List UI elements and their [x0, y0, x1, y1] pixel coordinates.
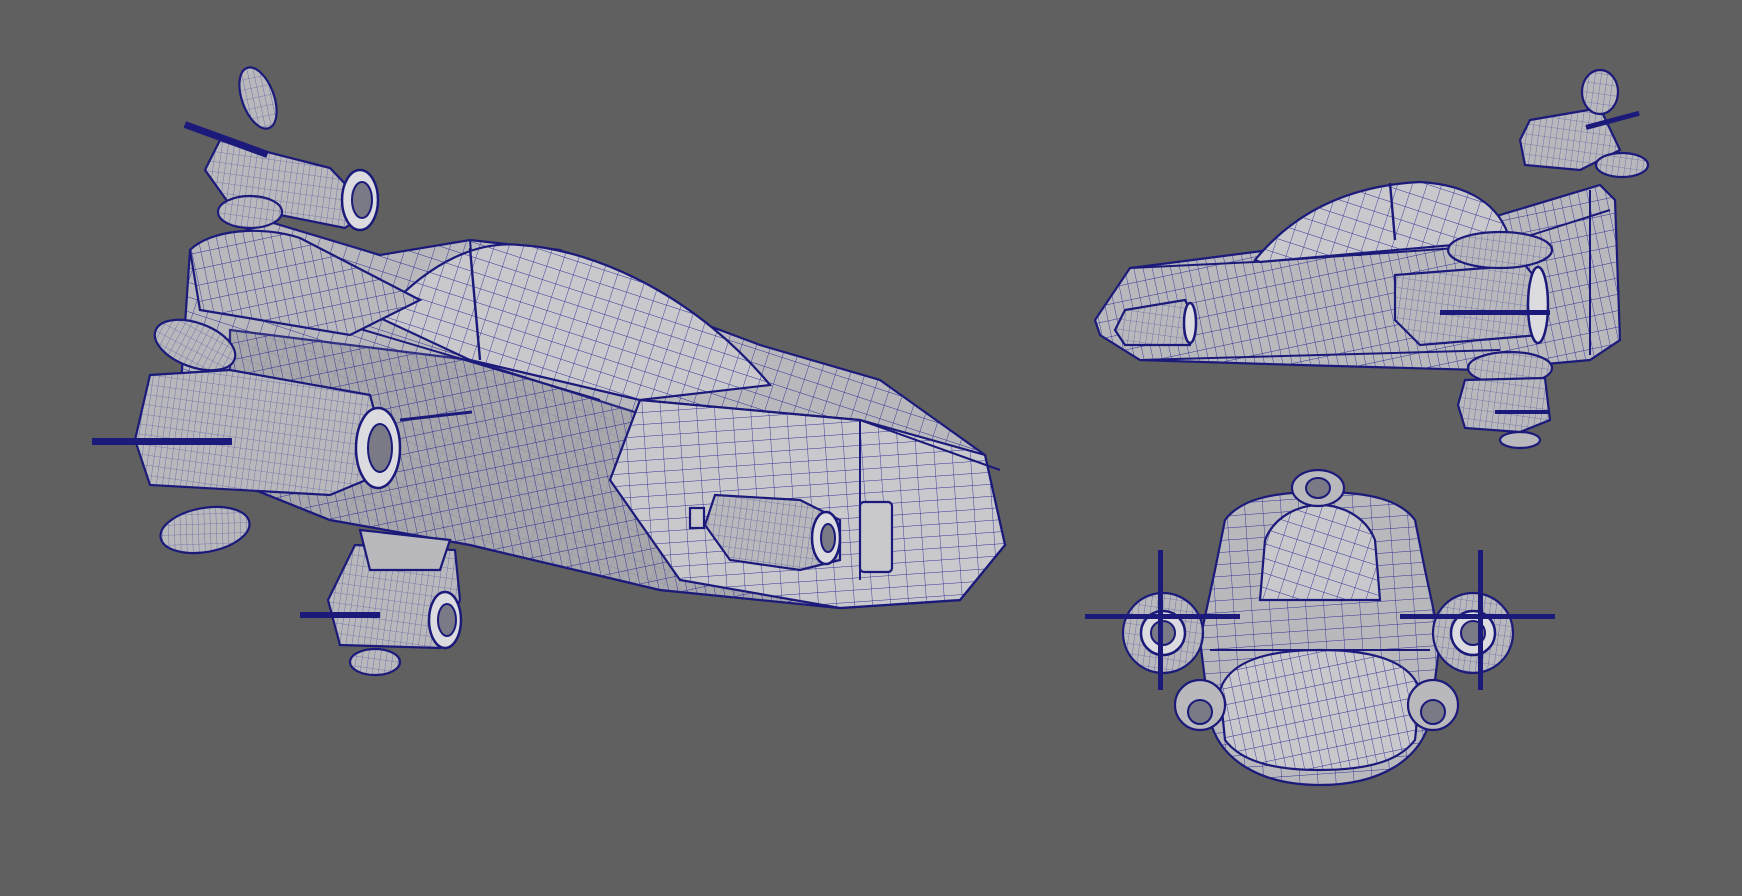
maya-viewport[interactable] — [0, 0, 1742, 896]
front-view[interactable] — [0, 0, 1742, 896]
front-hull — [1198, 490, 1442, 787]
